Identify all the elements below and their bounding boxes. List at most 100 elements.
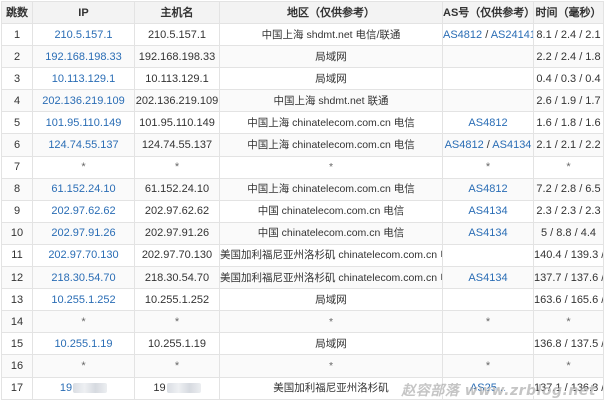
- as-link[interactable]: AS4134: [492, 139, 531, 151]
- as-link[interactable]: AS4134: [468, 272, 507, 284]
- as-cell: [442, 243, 534, 268]
- column-header-ip[interactable]: IP: [32, 1, 135, 24]
- ip-link[interactable]: 19: [32, 376, 135, 400]
- host-cell: 10.255.1.19: [134, 332, 220, 356]
- location-cell: 局域网: [219, 45, 443, 69]
- ip-link-text[interactable]: 202.97.91.26: [51, 227, 115, 239]
- ip-link[interactable]: 61.152.24.10: [32, 177, 135, 201]
- hop-cell: 2: [1, 45, 33, 69]
- time-cell-text: 137.7 / 137.6 / 137.6: [534, 271, 603, 284]
- host-cell-text: 218.30.54.70: [144, 271, 210, 284]
- host-cell: *: [134, 310, 220, 334]
- ip-link-text[interactable]: 210.5.157.1: [54, 29, 112, 41]
- host-cell-text: 202.97.70.130: [141, 249, 213, 262]
- ip-link[interactable]: 124.74.55.137: [32, 133, 135, 157]
- ip-link-text[interactable]: 19: [60, 382, 72, 394]
- ip-link[interactable]: 101.95.110.149: [32, 111, 135, 135]
- ip-link-text[interactable]: 202.97.70.130: [48, 249, 118, 261]
- column-header-host[interactable]: 主机名: [134, 1, 220, 24]
- hop-cell-text: 2: [13, 50, 21, 63]
- time-cell-text: *: [566, 161, 571, 174]
- location-cell-text: 美国加利福尼亚州洛杉矶 chinatelecom.com.cn 电信: [220, 249, 443, 262]
- hop-cell: 6: [1, 133, 33, 157]
- as-link[interactable]: AS4812: [445, 139, 484, 151]
- as-cell: AS4812: [442, 177, 534, 201]
- hop-cell: 4: [1, 89, 33, 113]
- host-cell: 101.95.110.149: [134, 111, 220, 135]
- table-row: 14 * * * * *: [1, 310, 604, 334]
- hop-cell-text: 3: [13, 72, 21, 85]
- ip-link[interactable]: 202.97.62.62: [32, 199, 135, 223]
- table-header-row: 跳数 IP 主机名 地区（仅供参考） AS号（仅供参考） 时间（毫秒）: [1, 1, 604, 24]
- ip-link[interactable]: 202.97.70.130: [32, 243, 135, 268]
- as-cell: [442, 45, 534, 69]
- as-cell: *: [442, 310, 534, 334]
- ip-link[interactable]: 210.5.157.1: [32, 22, 135, 47]
- time-cell-text: 7.2 / 2.8 / 6.5: [536, 183, 601, 196]
- as-placeholder: *: [485, 315, 491, 328]
- hop-cell: 14: [1, 310, 33, 334]
- ip-link-text[interactable]: 192.168.198.33: [45, 51, 121, 63]
- host-cell-text: 210.5.157.1: [147, 28, 207, 41]
- ip-link-text[interactable]: 202.97.62.62: [51, 205, 115, 217]
- ip-link-text[interactable]: 218.30.54.70: [51, 272, 115, 284]
- hop-cell: 16: [1, 354, 33, 378]
- column-header-hop[interactable]: 跳数: [1, 1, 33, 24]
- ip-link-text[interactable]: 10.113.129.1: [52, 73, 115, 85]
- hop-cell-text: 6: [13, 139, 21, 152]
- as-link[interactable]: AS4812: [444, 29, 483, 41]
- host-cell: 124.74.55.137: [134, 133, 220, 157]
- hop-cell: 9: [1, 199, 33, 223]
- as-link[interactable]: AS4812: [468, 183, 507, 195]
- table-row: 13 10.255.1.252 10.255.1.252 局域网 163.6 / 165…: [1, 288, 604, 312]
- ip-link[interactable]: 202.97.91.26: [32, 221, 135, 245]
- location-cell: 局域网: [219, 288, 443, 312]
- ip-link[interactable]: 10.255.1.19: [32, 332, 135, 356]
- ip-link-text[interactable]: 10.255.1.19: [54, 338, 112, 350]
- time-cell: *: [533, 155, 604, 179]
- location-cell-text: 局域网: [315, 337, 347, 350]
- host-cell: *: [134, 155, 220, 179]
- as-link[interactable]: AS24141: [491, 29, 533, 41]
- as-placeholder: *: [485, 359, 491, 372]
- ip-link-text[interactable]: 101.95.110.149: [46, 117, 122, 129]
- column-header-location[interactable]: 地区（仅供参考）: [219, 1, 443, 24]
- ip-link[interactable]: 10.113.129.1: [32, 67, 135, 91]
- as-link[interactable]: AS4134: [468, 205, 507, 217]
- host-cell: 202.97.91.26: [134, 221, 220, 245]
- as-cell: AS4812 / AS4134: [442, 133, 534, 157]
- host-cell: 10.113.129.1: [134, 67, 220, 91]
- column-header-time[interactable]: 时间（毫秒）: [533, 1, 604, 24]
- ip-link[interactable]: 218.30.54.70: [32, 266, 135, 290]
- as-cell: AS4134: [442, 221, 534, 245]
- ip-link-text[interactable]: 202.136.219.109: [42, 95, 125, 107]
- hop-cell: 13: [1, 288, 33, 312]
- ip-link[interactable]: 10.255.1.252: [32, 288, 135, 312]
- hop-cell: 1: [1, 22, 33, 47]
- location-cell-text: 中国 chinatelecom.com.cn 电信: [257, 227, 405, 240]
- ip-link-text: *: [81, 161, 86, 174]
- table-row: 12 218.30.54.70 218.30.54.70 美国加利福尼亚州洛杉矶 ch…: [1, 266, 604, 290]
- time-cell-text: 0.4 / 0.3 / 0.4: [536, 72, 601, 85]
- location-cell-text: 局域网: [315, 293, 347, 306]
- as-cell: [442, 67, 534, 91]
- ip-link[interactable]: 192.168.198.33: [32, 45, 135, 69]
- time-cell: 1.6 / 1.8 / 1.6: [533, 111, 604, 135]
- ip-link[interactable]: 202.136.219.109: [32, 89, 135, 113]
- host-cell: 10.255.1.252: [134, 288, 220, 312]
- host-cell-text: 124.74.55.137: [141, 139, 213, 152]
- ip-link-text[interactable]: 61.152.24.10: [51, 183, 115, 195]
- as-link[interactable]: AS4812: [468, 117, 507, 129]
- hop-cell: 5: [1, 111, 33, 135]
- table-row: 9 202.97.62.62 202.97.62.62 中国 chinatelecom…: [1, 199, 604, 223]
- host-cell: 202.97.62.62: [134, 199, 220, 223]
- location-cell: *: [219, 354, 443, 378]
- host-cell-text: *: [174, 161, 180, 174]
- hop-cell-text: 15: [10, 337, 24, 350]
- as-link[interactable]: AS4134: [468, 227, 507, 239]
- time-cell-text: 140.4 / 139.3 / 139.4: [534, 249, 603, 262]
- table-row: 4 202.136.219.109 202.136.219.109 中国上海 shdm…: [1, 89, 604, 113]
- column-header-as[interactable]: AS号（仅供参考）: [442, 1, 534, 24]
- ip-link-text[interactable]: 10.255.1.252: [51, 294, 115, 306]
- ip-link-text[interactable]: 124.74.55.137: [48, 139, 118, 151]
